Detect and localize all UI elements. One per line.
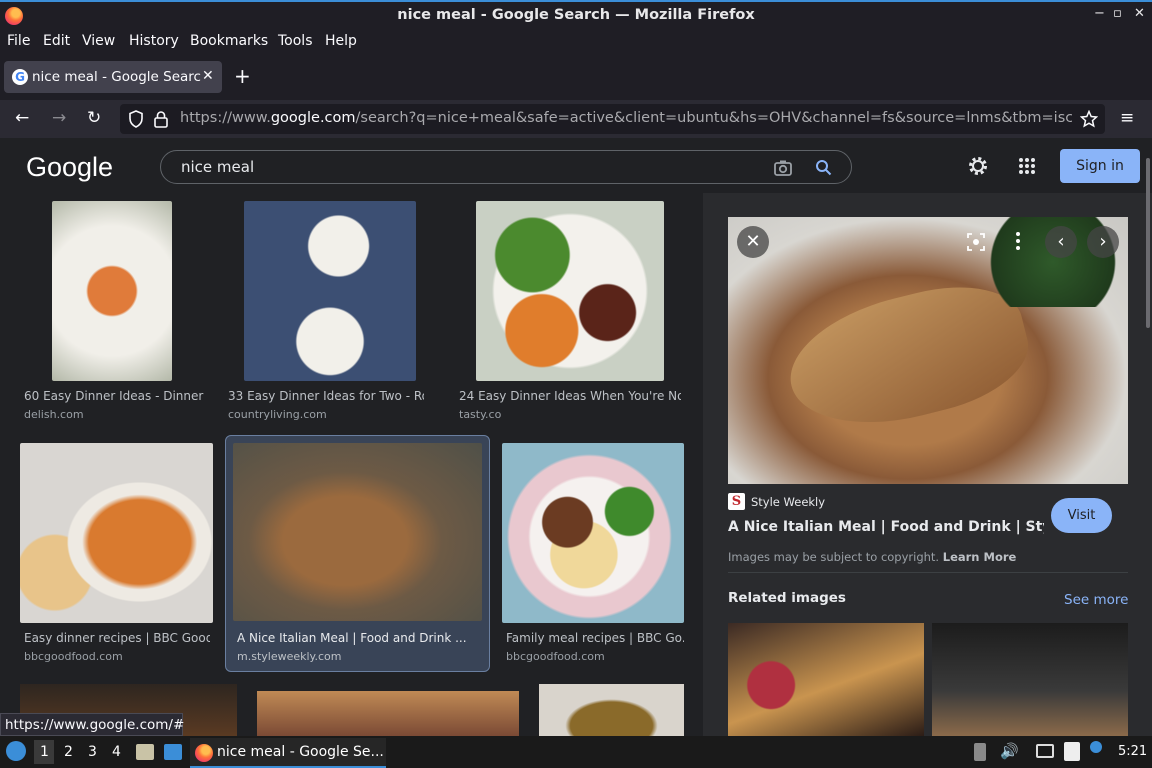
- close-preview-icon[interactable]: ✕: [737, 226, 769, 258]
- clock[interactable]: 5:21: [1118, 744, 1147, 759]
- search-icon[interactable]: [815, 159, 833, 177]
- bookmark-star-icon[interactable]: [1080, 110, 1098, 128]
- task-label: nice meal - Google Se...: [217, 744, 384, 760]
- result-image[interactable]: [244, 201, 416, 381]
- page-scrollbar[interactable]: [1146, 158, 1150, 328]
- result-caption[interactable]: A Nice Italian Meal | Food and Drink ...: [237, 631, 477, 645]
- google-logo[interactable]: Google: [26, 152, 113, 183]
- copyright-text: Images may be subject to copyright.: [728, 550, 940, 564]
- search-box[interactable]: [160, 150, 852, 184]
- google-images-page: Google Sign in 60 Easy Dinner Ideas - Di…: [0, 138, 1152, 736]
- url-bar[interactable]: https://www.google.com/search?q=nice+mea…: [120, 104, 1105, 134]
- taskbar-firefox-task[interactable]: nice meal - Google Se...: [190, 738, 386, 768]
- workspace-3[interactable]: 3: [88, 744, 97, 760]
- workspace-4[interactable]: 4: [112, 744, 121, 760]
- menu-help[interactable]: Help: [325, 33, 357, 49]
- result-caption[interactable]: 60 Easy Dinner Ideas - Dinner ...: [24, 389, 204, 403]
- new-tab-button[interactable]: +: [234, 64, 251, 88]
- see-more-link[interactable]: See more: [1064, 592, 1128, 608]
- image-result-9[interactable]: [539, 684, 684, 736]
- lens-search-icon[interactable]: [967, 233, 985, 251]
- storage-icon[interactable]: [974, 743, 986, 761]
- settings-gear-icon[interactable]: [966, 154, 990, 178]
- menu-view[interactable]: View: [82, 33, 115, 49]
- google-favicon-icon: G: [12, 69, 28, 85]
- site-favicon-icon: S: [728, 493, 745, 510]
- result-caption[interactable]: 33 Easy Dinner Ideas for Two - Ro...: [228, 389, 424, 403]
- result-source: countryliving.com: [228, 408, 327, 421]
- result-image[interactable]: [476, 201, 664, 381]
- lock-icon[interactable]: [153, 110, 169, 128]
- result-source: bbcgoodfood.com: [506, 650, 605, 663]
- minimize-button[interactable]: −: [1094, 6, 1105, 21]
- menu-bookmarks[interactable]: Bookmarks: [190, 33, 268, 49]
- reload-icon[interactable]: ↻: [87, 108, 101, 128]
- back-arrow-icon[interactable]: ←: [15, 108, 29, 128]
- related-images-heading: Related images: [728, 590, 846, 606]
- hamburger-menu-icon[interactable]: ≡: [1120, 108, 1134, 128]
- menu-history[interactable]: History: [129, 33, 179, 49]
- window-titlebar: nice meal - Google Search — Mozilla Fire…: [0, 0, 1152, 30]
- result-image[interactable]: [502, 443, 684, 623]
- result-caption[interactable]: Easy dinner recipes | BBC Good ...: [24, 631, 210, 645]
- result-caption[interactable]: Family meal recipes | BBC Go...: [506, 631, 684, 645]
- sign-in-button[interactable]: Sign in: [1060, 149, 1140, 183]
- workspace-2[interactable]: 2: [64, 744, 73, 760]
- preview-title-link[interactable]: A Nice Italian Meal | Food and Drink | S…: [728, 519, 1044, 535]
- window-title: nice meal - Google Search — Mozilla Fire…: [397, 7, 755, 23]
- menu-file[interactable]: File: [7, 33, 30, 49]
- result-image[interactable]: [233, 443, 482, 621]
- shield-icon[interactable]: [128, 110, 144, 128]
- result-image[interactable]: [20, 443, 213, 623]
- menubar: File Edit View History Bookmarks Tools H…: [0, 30, 1152, 54]
- forward-arrow-icon[interactable]: →: [52, 108, 66, 128]
- menu-tools[interactable]: Tools: [278, 33, 313, 49]
- status-url-tooltip: https://www.google.com/#: [0, 713, 184, 736]
- image-result-5-selected[interactable]: A Nice Italian Meal | Food and Drink ...…: [225, 435, 490, 672]
- notification-icon[interactable]: [1090, 741, 1102, 753]
- result-caption[interactable]: 24 Easy Dinner Ideas When You're Not ...: [459, 389, 681, 403]
- tab-google-search[interactable]: G nice meal - Google Search ✕: [4, 61, 222, 93]
- tab-strip: G nice meal - Google Search ✕ +: [0, 54, 1152, 100]
- firefox-icon: [195, 744, 213, 762]
- camera-icon[interactable]: [773, 159, 793, 177]
- workspace-1[interactable]: 1: [40, 744, 49, 760]
- related-image-1[interactable]: [728, 623, 924, 736]
- next-image-icon[interactable]: ›: [1087, 226, 1119, 258]
- maximize-button[interactable]: ▫: [1113, 6, 1122, 21]
- result-source: bbcgoodfood.com: [24, 650, 123, 663]
- copyright-notice: Images may be subject to copyright. Lear…: [728, 550, 1016, 564]
- start-menu-icon[interactable]: [6, 741, 26, 761]
- search-input[interactable]: [181, 158, 741, 176]
- site-name[interactable]: Style Weekly: [751, 495, 825, 509]
- tab-label: nice meal - Google Search: [32, 69, 202, 85]
- navigation-toolbar: ← → ↻ https://www.google.com/search?q=ni…: [0, 100, 1152, 138]
- image-result-8[interactable]: [257, 691, 519, 736]
- divider: [728, 572, 1128, 573]
- image-preview-panel: ✕ ‹ › S Style Weekly A Nice Italian Meal…: [703, 193, 1152, 736]
- desktop-icon[interactable]: [164, 744, 182, 760]
- close-window-button[interactable]: ✕: [1134, 6, 1145, 21]
- url-text[interactable]: https://www.google.com/search?q=nice+mea…: [180, 110, 1072, 126]
- result-source: tasty.co: [459, 408, 502, 421]
- learn-more-link[interactable]: Learn More: [943, 550, 1017, 564]
- more-options-icon[interactable]: [1014, 231, 1022, 251]
- tab-close-icon[interactable]: ✕: [202, 68, 214, 84]
- clipboard-icon[interactable]: [1064, 742, 1080, 761]
- result-image[interactable]: [52, 201, 172, 381]
- related-image-2[interactable]: [932, 623, 1128, 736]
- previous-image-icon[interactable]: ‹: [1045, 226, 1077, 258]
- taskbar: 1 2 3 4 nice meal - Google Se... 🔊 5:21: [0, 736, 1152, 768]
- preview-image[interactable]: [728, 217, 1128, 484]
- apps-grid-icon[interactable]: [1018, 157, 1036, 175]
- menu-edit[interactable]: Edit: [43, 33, 70, 49]
- network-icon[interactable]: [1036, 744, 1054, 758]
- volume-icon[interactable]: 🔊: [1000, 742, 1019, 760]
- visit-button[interactable]: Visit: [1051, 498, 1112, 533]
- result-source: delish.com: [24, 408, 84, 421]
- result-source: m.styleweekly.com: [237, 650, 342, 663]
- file-manager-icon[interactable]: [136, 744, 154, 760]
